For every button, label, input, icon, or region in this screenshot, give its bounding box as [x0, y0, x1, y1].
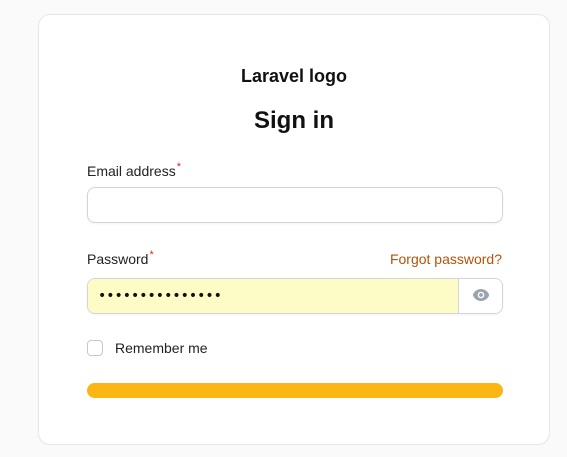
email-label: Email address* — [87, 161, 181, 179]
email-label-text: Email address — [87, 163, 176, 179]
sign-in-button[interactable] — [87, 383, 503, 398]
show-password-button[interactable] — [458, 279, 502, 313]
remember-me-label[interactable]: Remember me — [115, 340, 208, 356]
page-title: Sign in — [254, 107, 334, 134]
required-marker: * — [149, 249, 154, 261]
password-field[interactable] — [88, 279, 458, 313]
laravel-logo: Laravel logo — [240, 66, 348, 86]
password-label: Password* — [87, 249, 154, 267]
forgot-password-link[interactable]: Forgot password? — [390, 251, 502, 267]
email-field[interactable] — [87, 187, 503, 223]
required-marker: * — [176, 161, 181, 173]
password-label-text: Password — [87, 251, 149, 267]
password-field-group — [87, 278, 503, 314]
eye-icon — [472, 288, 490, 305]
remember-me-row: Remember me — [87, 340, 208, 356]
login-card: Laravel logo Sign in Email address* Pass… — [38, 14, 550, 445]
remember-me-checkbox[interactable] — [87, 340, 103, 356]
